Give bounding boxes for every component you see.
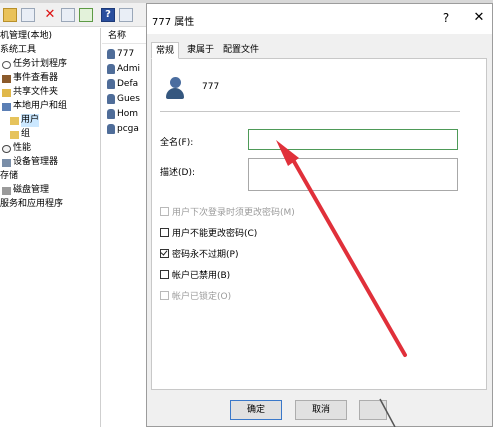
tree-item-computer-management[interactable]: 机管理(本地) — [0, 30, 52, 43]
console-tree: 机管理(本地) 系统工具 任务计划程序 事件查看器 共享文件夹 本地用户和组 用… — [0, 28, 101, 427]
user-icon — [164, 77, 186, 99]
event-icon — [2, 74, 11, 83]
check-icon — [160, 248, 168, 256]
disk-icon — [2, 186, 11, 195]
list-item[interactable]: Admi — [107, 62, 140, 76]
folder-icon — [10, 116, 19, 125]
apply-button[interactable] — [359, 400, 387, 420]
account-locked-checkbox[interactable]: 帐户已锁定(O) — [160, 289, 231, 302]
dialog-titlebar[interactable]: 777 属性 ? ✕ — [147, 4, 492, 34]
folder-icon — [10, 130, 19, 139]
help-button[interactable]: ? — [434, 8, 458, 28]
tab-profile[interactable]: 配置文件 — [219, 42, 263, 59]
tree-item-shared-folders[interactable]: 共享文件夹 — [2, 86, 58, 99]
tree-item-users[interactable]: 用户 — [10, 114, 40, 127]
description-label: 描述(D): — [160, 168, 195, 178]
refresh-icon[interactable] — [61, 8, 75, 22]
tree-item-performance[interactable]: 性能 — [2, 142, 31, 155]
user-icon — [107, 124, 115, 134]
properties-icon[interactable] — [21, 8, 35, 22]
password-never-expires-checkbox[interactable]: 密码永不过期(P) — [160, 247, 238, 260]
checkbox-box — [160, 248, 169, 258]
user-icon — [107, 64, 115, 74]
device-icon — [2, 158, 11, 167]
user-icon — [107, 109, 115, 119]
user-icon — [107, 94, 115, 104]
cannot-change-password-checkbox[interactable]: 用户不能更改密码(C) — [160, 226, 257, 239]
help-icon[interactable]: ? — [101, 8, 115, 22]
dialog-title: 777 属性 — [152, 17, 195, 28]
tree-item-system-tools[interactable]: 系统工具 — [0, 44, 36, 57]
must-change-password-checkbox[interactable]: 用户下次登录时须更改密码(M) — [160, 205, 295, 218]
list-item[interactable]: pcga — [107, 122, 139, 136]
users-icon — [2, 102, 11, 111]
account-disabled-checkbox[interactable]: 帐户已禁用(B) — [160, 268, 230, 281]
user-icon — [107, 49, 115, 59]
tree-item-local-users-groups[interactable]: 本地用户和组 — [2, 100, 67, 113]
fullname-input[interactable] — [248, 129, 458, 150]
checkbox-box — [160, 228, 169, 237]
list-item[interactable]: 777 — [107, 47, 134, 61]
folder-icon[interactable] — [3, 8, 17, 22]
username-label: 777 — [202, 82, 220, 92]
tree-item-groups[interactable]: 组 — [10, 128, 30, 141]
user-icon — [107, 79, 115, 89]
clock-icon — [2, 60, 11, 69]
delete-icon[interactable]: ✕ — [43, 8, 57, 22]
tab-member-of[interactable]: 隶属于 — [183, 42, 218, 59]
cancel-button[interactable]: 取消 — [295, 400, 347, 420]
ok-button[interactable]: 确定 — [230, 400, 282, 420]
export-icon[interactable] — [79, 8, 93, 22]
checkbox-box — [160, 207, 169, 216]
tree-item-task-scheduler[interactable]: 任务计划程序 — [2, 58, 67, 71]
column-header-name[interactable]: 名称 — [102, 28, 146, 44]
tree-item-disk-management[interactable]: 磁盘管理 — [2, 184, 49, 197]
user-list: 名称 777 Admi Defa Gues Hom pcga — [102, 28, 146, 427]
toolbar: ✕ ? — [0, 3, 146, 27]
checkbox-box — [160, 291, 169, 300]
tree-item-event-viewer[interactable]: 事件查看器 — [2, 72, 58, 85]
description-input[interactable] — [248, 158, 458, 191]
checkbox-box — [160, 270, 169, 279]
list-item[interactable]: Defa — [107, 77, 138, 91]
tree-item-storage[interactable]: 存储 — [0, 170, 18, 183]
performance-icon — [2, 144, 11, 153]
divider — [160, 111, 460, 112]
general-panel: 777 全名(F): 描述(D): 用户下次登录时须更改密码(M) 用户不能更改… — [151, 58, 487, 390]
tree-item-services-apps[interactable]: 服务和应用程序 — [0, 198, 63, 211]
list-item[interactable]: Hom — [107, 107, 138, 121]
view-icon[interactable] — [119, 8, 133, 22]
share-icon — [2, 88, 11, 97]
tree-item-device-manager[interactable]: 设备管理器 — [2, 156, 58, 169]
close-icon[interactable]: ✕ — [467, 8, 491, 28]
tab-general[interactable]: 常规 — [151, 42, 180, 59]
fullname-label: 全名(F): — [160, 138, 194, 148]
list-item[interactable]: Gues — [107, 92, 140, 106]
user-properties-dialog: 777 属性 ? ✕ 常规 隶属于 配置文件 777 全名(F): 描述(D):… — [146, 3, 493, 427]
